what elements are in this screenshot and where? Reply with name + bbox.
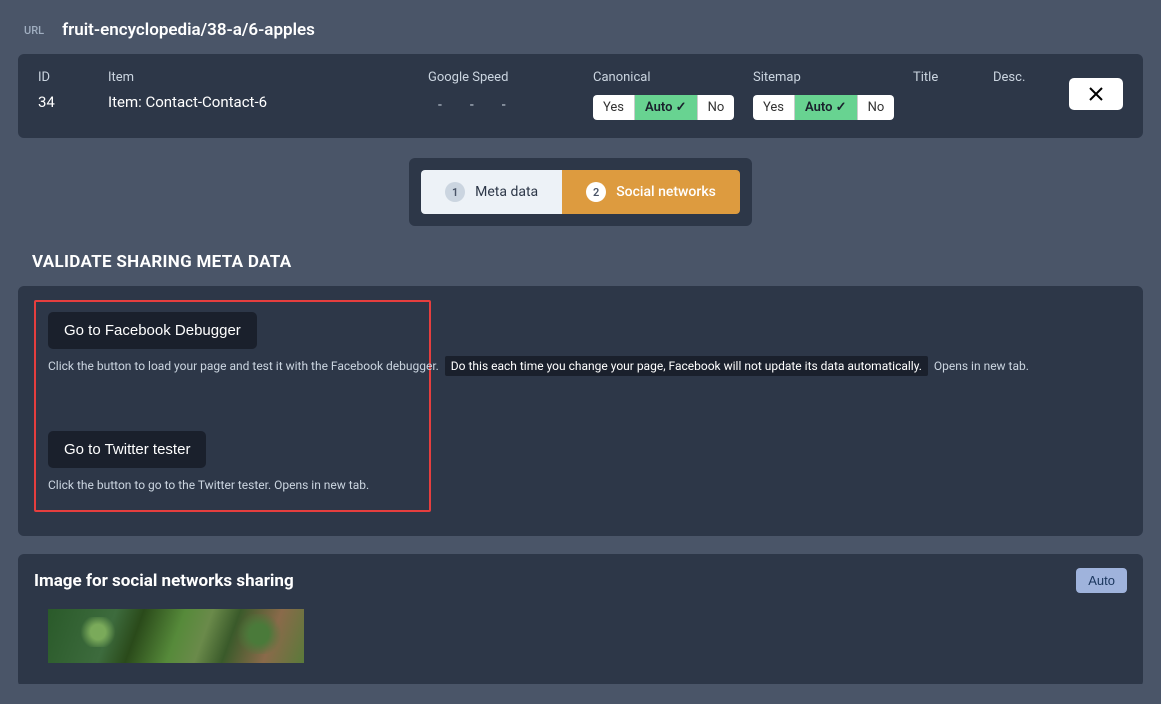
social-image-heading: Image for social networks sharing bbox=[34, 571, 294, 591]
desc-label: Desc. bbox=[993, 70, 1073, 85]
sitemap-yes[interactable]: Yes bbox=[753, 95, 795, 120]
social-image-thumbnail[interactable] bbox=[48, 609, 304, 663]
tab-social-networks[interactable]: 2 Social networks bbox=[562, 170, 740, 214]
sitemap-label: Sitemap bbox=[753, 70, 913, 85]
item-label: Item bbox=[108, 70, 428, 85]
tabs: 1 Meta data 2 Social networks bbox=[409, 158, 752, 226]
tab-meta-data[interactable]: 1 Meta data bbox=[421, 170, 562, 214]
sitemap-toggle: Yes Auto ✓ No bbox=[753, 95, 913, 120]
canonical-no[interactable]: No bbox=[698, 95, 735, 120]
tab-number-2: 2 bbox=[586, 182, 606, 202]
info-card: ID 34 Item Item: Contact-Contact-6 Googl… bbox=[18, 54, 1143, 138]
validate-heading: VALIDATE SHARING META DATA bbox=[18, 244, 1143, 286]
url-value: fruit-encyclopedia/38-a/6-apples bbox=[62, 20, 315, 40]
title-label: Title bbox=[913, 70, 993, 85]
id-value: 34 bbox=[38, 93, 108, 111]
url-bar: URL fruit-encyclopedia/38-a/6-apples bbox=[0, 0, 1161, 54]
gs-value-1: - bbox=[438, 97, 442, 113]
sitemap-auto[interactable]: Auto ✓ bbox=[795, 95, 858, 120]
close-icon bbox=[1088, 86, 1104, 102]
sitemap-no[interactable]: No bbox=[858, 95, 895, 120]
item-value: Item: Contact-Contact-6 bbox=[108, 93, 428, 111]
validate-panel: Go to Facebook Debugger Click the button… bbox=[18, 286, 1143, 536]
tab-label-meta: Meta data bbox=[475, 184, 538, 200]
tw-help-text: Click the button to go to the Twitter te… bbox=[48, 478, 417, 492]
facebook-debugger-button[interactable]: Go to Facebook Debugger bbox=[48, 312, 257, 349]
canonical-auto[interactable]: Auto ✓ bbox=[635, 95, 698, 120]
close-button[interactable] bbox=[1069, 78, 1123, 110]
auto-button[interactable]: Auto bbox=[1076, 568, 1127, 593]
social-image-panel: Image for social networks sharing Auto bbox=[18, 554, 1143, 684]
google-speed-label: Google Speed bbox=[428, 70, 593, 85]
fb-help-text-c: Opens in new tab. bbox=[934, 359, 1029, 373]
gs-value-2: - bbox=[470, 97, 474, 113]
canonical-toggle: Yes Auto ✓ No bbox=[593, 95, 753, 120]
fb-help-text-b: Do this each time you change your page, … bbox=[445, 356, 928, 376]
content-scroll[interactable]: VALIDATE SHARING META DATA Go to Faceboo… bbox=[0, 244, 1161, 684]
highlight-box: Go to Facebook Debugger Click the button… bbox=[34, 300, 431, 512]
twitter-tester-button[interactable]: Go to Twitter tester bbox=[48, 431, 206, 468]
tab-number-1: 1 bbox=[445, 182, 465, 202]
fb-help-text-a: Click the button to load your page and t… bbox=[48, 359, 439, 373]
tab-label-social: Social networks bbox=[616, 184, 716, 200]
gs-value-3: - bbox=[502, 97, 506, 113]
canonical-yes[interactable]: Yes bbox=[593, 95, 635, 120]
url-label: URL bbox=[24, 24, 44, 37]
canonical-label: Canonical bbox=[593, 70, 753, 85]
id-label: ID bbox=[38, 70, 108, 85]
